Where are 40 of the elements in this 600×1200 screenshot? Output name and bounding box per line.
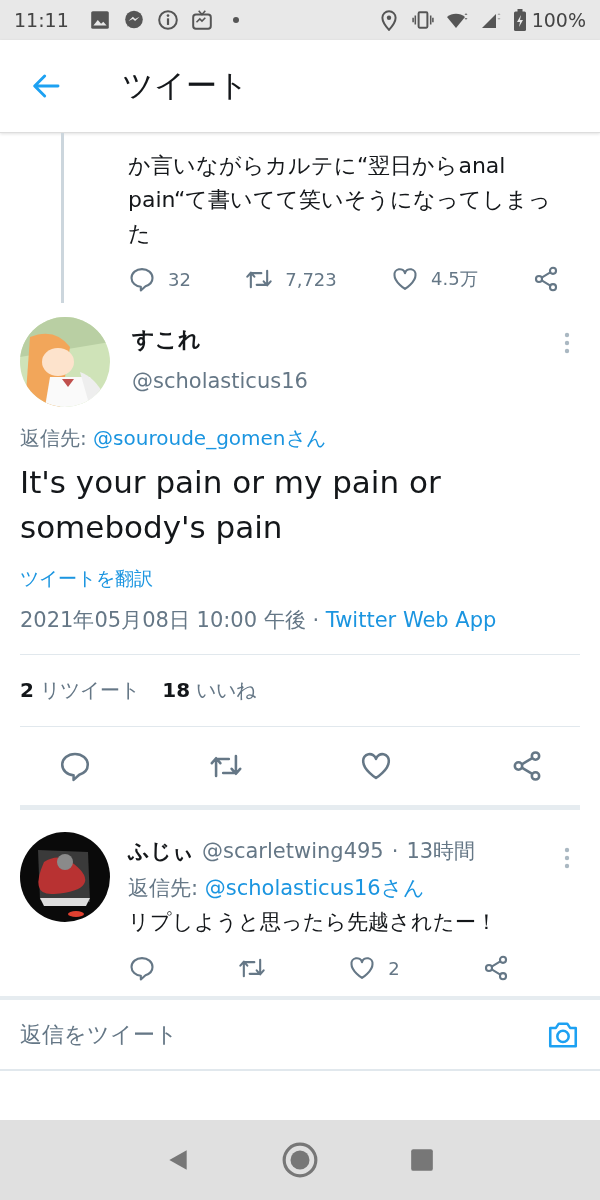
like-count: 2 xyxy=(388,957,400,979)
vibrate-icon xyxy=(411,9,434,31)
tweet-text: It's your pain or my pain or somebody's pain xyxy=(20,463,442,547)
timestamp: 2021年05月08日 10:00 午後 xyxy=(20,608,306,632)
translate-link[interactable]: ツイートを翻訳 xyxy=(20,566,580,592)
user-handle: @scarletwing495 xyxy=(202,839,384,863)
user-handle: @scholasticus16 xyxy=(132,369,309,393)
tv-icon xyxy=(190,9,213,31)
chat-bubble-icon xyxy=(122,9,145,31)
separator-dot: · xyxy=(391,839,399,863)
image-icon xyxy=(88,9,111,31)
battery-icon xyxy=(513,9,526,31)
retweet-count: 7,723 xyxy=(285,268,337,290)
battery-level: 100% xyxy=(531,9,586,31)
tweet-text: か言いながらカルテに“翌日からanal pain“て書いてて笑いそうになってしまった xyxy=(128,152,553,248)
home-icon[interactable] xyxy=(281,1141,319,1179)
mention-link[interactable]: @scholasticus16さん xyxy=(204,876,425,900)
like-count[interactable]: 18 いいね xyxy=(162,677,257,704)
like-count: 4.5万 xyxy=(431,267,478,291)
dot-icon xyxy=(232,17,239,23)
reply-to-label: 返信先: xyxy=(20,426,87,450)
display-name: すこれ xyxy=(132,326,202,354)
mention-link[interactable]: @souroude_gomenさん xyxy=(93,426,326,450)
source-link[interactable]: Twitter Web App xyxy=(325,608,497,632)
reply-icon[interactable] xyxy=(128,265,156,293)
info-icon xyxy=(156,9,179,31)
heart-icon[interactable] xyxy=(391,265,420,293)
display-name: ふじぃ xyxy=(128,838,194,865)
page-title: ツイート xyxy=(122,66,249,105)
recents-icon[interactable] xyxy=(409,1147,435,1173)
tweet-text: リプしようと思ったら先越されたー！ xyxy=(128,909,498,936)
reply-field[interactable]: 返信をツイート xyxy=(20,1014,546,1055)
reply-to-label: 返信先: xyxy=(128,876,199,900)
separator-dot: · xyxy=(312,608,320,632)
reply-count: 32 xyxy=(168,268,191,290)
heart-icon[interactable] xyxy=(348,954,377,982)
reply-icon[interactable] xyxy=(128,954,156,982)
clock: 11:11 xyxy=(14,9,69,31)
retweet-count[interactable]: 2 リツイート xyxy=(20,677,141,704)
post-time: 13時間 xyxy=(406,838,476,865)
